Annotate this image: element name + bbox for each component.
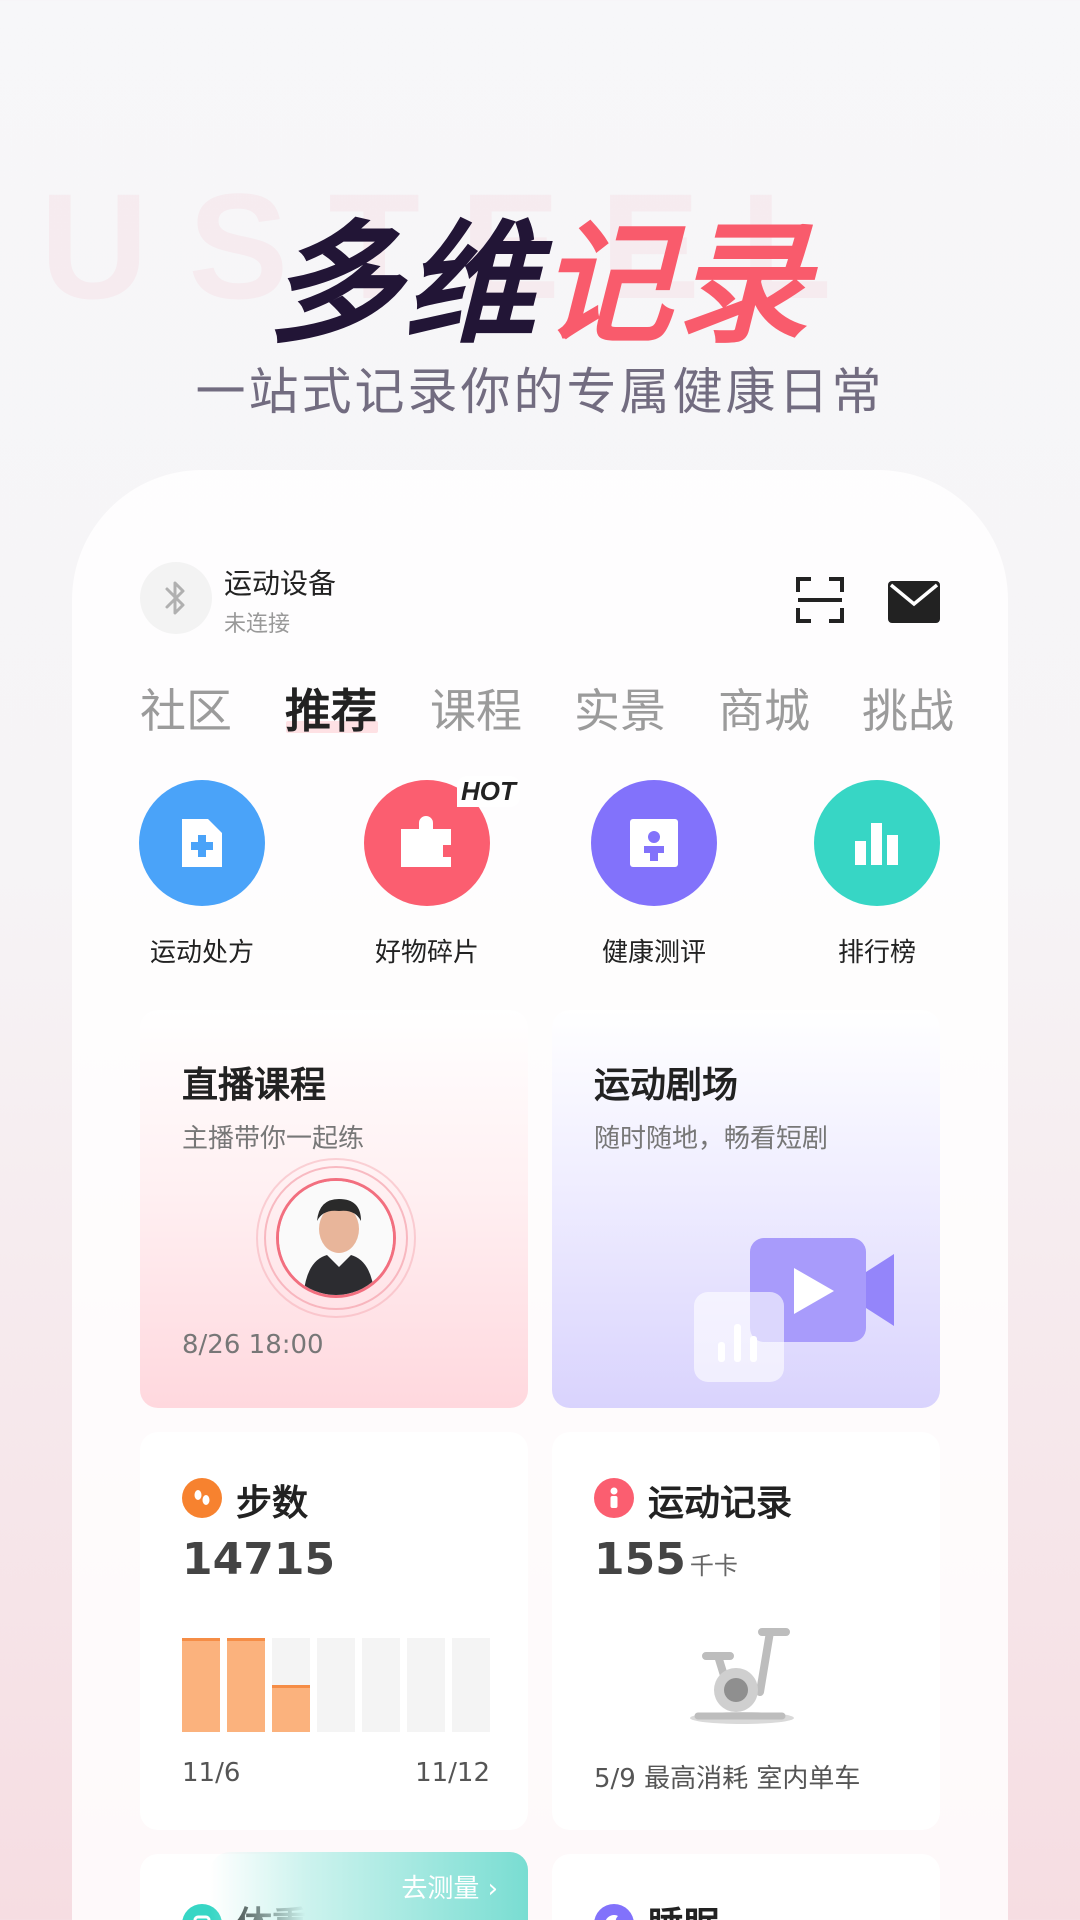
steps-bar-track xyxy=(452,1638,490,1732)
quick-action-label: 好物碎片 xyxy=(374,938,479,968)
steps-bar xyxy=(182,1638,220,1732)
card-title: 运动剧场 xyxy=(594,1065,739,1106)
card-subtitle: 随时随地，畅看短剧 xyxy=(594,1124,829,1154)
device-title: 运动设备 xyxy=(224,567,337,600)
steps-bar-track xyxy=(407,1638,445,1732)
avatar xyxy=(276,1178,396,1298)
live-time: 8/26 18:00 xyxy=(182,1330,324,1360)
record-value: 155 千卡 xyxy=(594,1534,738,1585)
chart-tile-icon xyxy=(694,1292,784,1382)
tab-community[interactable]: 社区 xyxy=(140,675,232,741)
hot-badge: HOT xyxy=(457,776,520,807)
steps-bar-track xyxy=(317,1638,355,1732)
live-course-card[interactable]: 直播课程 主播带你一起练 8/26 18:00 xyxy=(140,1010,528,1408)
sleep-card[interactable]: 睡眠 xyxy=(552,1854,940,1920)
steps-bar xyxy=(272,1685,310,1732)
record-title: 运动记录 xyxy=(648,1483,793,1524)
file-plus-icon xyxy=(139,780,265,906)
card-subtitle: 主播带你一起练 xyxy=(182,1124,365,1154)
moon-icon xyxy=(594,1904,634,1920)
quick-action-goods[interactable]: HOT 好物碎片 xyxy=(347,776,520,969)
quick-action-label: 排行榜 xyxy=(837,938,916,968)
exercise-record-card[interactable]: 运动记录 155 千卡 5/9 最高消耗 室内单车 xyxy=(552,1432,940,1830)
steps-title: 步数 xyxy=(236,1483,309,1524)
record-unit: 千卡 xyxy=(689,1552,738,1580)
steps-bar-track xyxy=(362,1638,400,1732)
mail-icon[interactable] xyxy=(887,580,941,628)
quick-action-assessment[interactable]: 健康测评 xyxy=(574,780,734,969)
quick-action-label: 运动处方 xyxy=(149,938,254,968)
category-tabs: 社区 推荐 课程 实景 商城 挑战 xyxy=(140,675,970,745)
tab-courses[interactable]: 课程 xyxy=(430,675,522,741)
hero-subtitle: 一站式记录你的专属健康日常 xyxy=(195,363,885,421)
sleep-title: 睡眠 xyxy=(648,1896,720,1920)
hero-title: 多维记录 xyxy=(0,178,1080,369)
quick-action-label: 健康测评 xyxy=(601,938,706,968)
record-number: 155 xyxy=(594,1534,686,1585)
quick-actions: 运动处方 HOT 好物碎片 健康测评 排行榜 xyxy=(139,776,940,970)
steps-bar-chart xyxy=(182,1638,490,1732)
steps-card[interactable]: 步数 14715 11/6 11/12 xyxy=(140,1432,528,1830)
card-title: 直播课程 xyxy=(182,1065,327,1106)
exercise-bike-icon xyxy=(686,1622,806,1736)
tab-mall[interactable]: 商城 xyxy=(718,675,810,741)
person-icon xyxy=(594,1478,634,1518)
steps-value: 14715 xyxy=(182,1534,336,1585)
footprint-icon xyxy=(182,1478,222,1518)
measure-button[interactable]: 去测量 › xyxy=(210,1852,528,1920)
tab-scenery[interactable]: 实景 xyxy=(574,675,666,741)
quick-action-leaderboard[interactable]: 排行榜 xyxy=(797,780,957,969)
bluetooth-icon xyxy=(140,562,212,634)
person-card-icon xyxy=(591,780,717,906)
tab-challenge[interactable]: 挑战 xyxy=(862,675,954,741)
device-status: 未连接 xyxy=(224,612,291,637)
steps-bar xyxy=(227,1638,265,1732)
bar-chart-icon xyxy=(814,780,940,906)
record-footer: 5/9 最高消耗 室内单车 xyxy=(594,1764,861,1794)
steps-date-start: 11/6 xyxy=(182,1758,241,1788)
theater-card[interactable]: 运动剧场 随时随地，畅看短剧 xyxy=(552,1010,940,1408)
tab-recommend[interactable]: 推荐 xyxy=(285,675,377,741)
hero-title-red: 记录 xyxy=(540,208,812,362)
device-row[interactable]: 运动设备 未连接 xyxy=(140,560,940,640)
hero-title-dark: 多维 xyxy=(268,208,540,362)
steps-date-end: 11/12 xyxy=(415,1758,490,1788)
scan-icon[interactable] xyxy=(795,576,845,628)
quick-action-prescription[interactable]: 运动处方 xyxy=(122,780,282,969)
